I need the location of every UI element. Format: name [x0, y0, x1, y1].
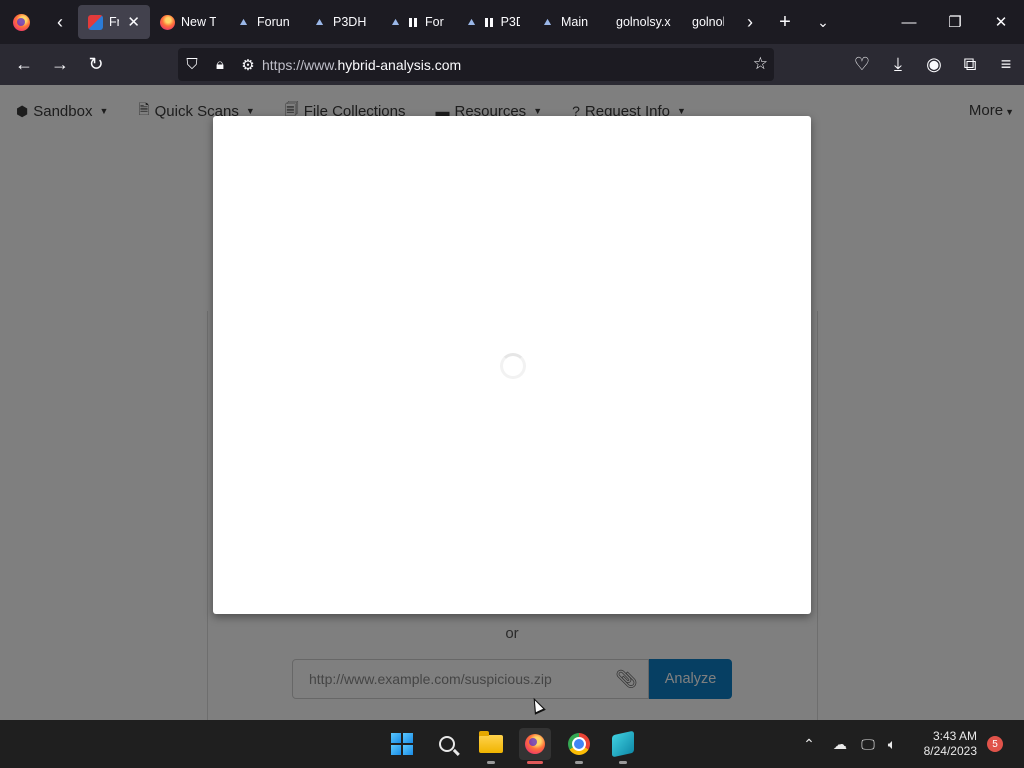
- forward-icon[interactable]: →: [42, 44, 78, 85]
- search-icon[interactable]: [431, 728, 463, 760]
- tab-golnolsy-1[interactable]: golnolsy.x: [606, 0, 682, 44]
- chrome-icon[interactable]: [563, 728, 595, 764]
- toolbar-right: ♡ ⤓ ◉ ⧉ ≡: [844, 44, 1024, 85]
- tab-forum-paused[interactable]: ⛰ For: [378, 0, 454, 44]
- forum-icon: ⛰: [467, 16, 476, 27]
- tab-title: P3DH: [333, 15, 367, 29]
- file-explorer-icon[interactable]: [475, 728, 507, 764]
- loading-spinner-icon: [500, 353, 526, 379]
- account-icon[interactable]: ◉: [916, 44, 952, 85]
- permissions-icon[interactable]: ⚙: [234, 56, 262, 74]
- restore-icon[interactable]: ❐: [932, 0, 978, 44]
- close-tab-icon[interactable]: ✕: [127, 13, 140, 31]
- forum-icon: ⛰: [315, 16, 324, 27]
- tab-scroll-left-icon[interactable]: ‹: [42, 0, 78, 44]
- reload-icon[interactable]: ↻: [78, 44, 114, 85]
- tab-title: For: [425, 15, 444, 29]
- address-bar[interactable]: ⛉ 🔒︎ ⚙ https://www.hybrid-analysis.com ☆: [178, 48, 774, 81]
- browser-nav-bar: ← → ↻ ⛉ 🔒︎ ⚙ https://www.hybrid-analysis…: [0, 44, 1024, 85]
- close-window-icon[interactable]: ✕: [978, 0, 1024, 44]
- tab-title: Forun: [257, 15, 290, 29]
- tab-title: golnolsy.x: [616, 15, 671, 29]
- start-icon[interactable]: [386, 728, 418, 760]
- app-menu-icon[interactable]: ≡: [988, 44, 1024, 85]
- url-prefix: https://www.: [262, 56, 338, 73]
- tab-new-tab[interactable]: New T: [150, 0, 226, 44]
- new-tab-icon[interactable]: +: [766, 0, 804, 44]
- tab-p3d-paused[interactable]: ⛰ P3D: [454, 0, 530, 44]
- downloads-icon[interactable]: ⤓: [880, 44, 916, 85]
- firefox-icon[interactable]: [519, 728, 551, 764]
- clock-time: 3:43 AM: [932, 729, 977, 743]
- pocket-icon[interactable]: ♡: [844, 44, 880, 85]
- tab-main[interactable]: ⛰ Main: [530, 0, 606, 44]
- forum-icon: ⛰: [391, 16, 400, 27]
- firefox-menu-icon[interactable]: [0, 0, 42, 44]
- clock[interactable]: 3:43 AM 8/24/2023: [924, 729, 977, 759]
- app-cube-icon[interactable]: [607, 728, 639, 764]
- tab-title: P3D: [500, 15, 520, 29]
- tab-title: Main: [561, 15, 589, 29]
- tab-hybrid-analysis[interactable]: Fre ✕: [78, 5, 150, 39]
- url-text[interactable]: https://www.hybrid-analysis.com: [262, 57, 461, 73]
- system-tray: ⌃ ☁ 🖵︎ 🔈︎: [800, 720, 904, 768]
- firefox-icon: [160, 14, 175, 30]
- forum-icon: ⛰: [239, 16, 248, 27]
- tab-p3dh[interactable]: ⛰ P3DH: [302, 0, 378, 44]
- forum-icon: ⛰: [543, 16, 552, 27]
- loading-modal: [213, 116, 811, 614]
- list-all-tabs-icon[interactable]: ⌄: [804, 0, 842, 44]
- lock-icon[interactable]: 🔒︎: [206, 56, 234, 73]
- pause-icon: [409, 17, 417, 27]
- tab-scroll-right-icon[interactable]: ›: [734, 0, 766, 44]
- bookmark-star-icon[interactable]: ☆: [753, 54, 768, 74]
- onedrive-icon[interactable]: ☁: [824, 736, 856, 753]
- browser-tab-strip: ‹ Fre ✕ New T ⛰ Forun ⛰ P3DH ⛰ For ⛰ P3D…: [0, 0, 1024, 44]
- tab-forum[interactable]: ⛰ Forun: [226, 0, 302, 44]
- network-icon[interactable]: 🖵︎: [856, 736, 880, 753]
- back-icon[interactable]: ←: [6, 44, 42, 85]
- clock-date: 8/24/2023: [923, 744, 977, 758]
- notification-badge[interactable]: 5: [987, 736, 1003, 752]
- tab-golnolsy-2[interactable]: golnols: [682, 0, 734, 44]
- pause-icon: [485, 17, 493, 27]
- minimize-icon[interactable]: —: [886, 0, 932, 44]
- chevron-up-icon[interactable]: ⌃: [800, 736, 818, 753]
- url-domain: hybrid-analysis.com: [337, 56, 462, 73]
- shield-icon[interactable]: ⛉: [178, 56, 206, 73]
- tab-title: golnols: [692, 15, 724, 29]
- hybrid-analysis-icon: [88, 14, 103, 30]
- extensions-icon[interactable]: ⧉: [952, 44, 988, 85]
- tab-title: New T: [181, 15, 216, 29]
- windows-taskbar: ⌃ ☁ 🖵︎ 🔈︎ 3:43 AM 8/24/2023 5: [0, 720, 1024, 768]
- volume-icon[interactable]: 🔈︎: [880, 736, 904, 753]
- tab-title: Fre: [109, 15, 120, 29]
